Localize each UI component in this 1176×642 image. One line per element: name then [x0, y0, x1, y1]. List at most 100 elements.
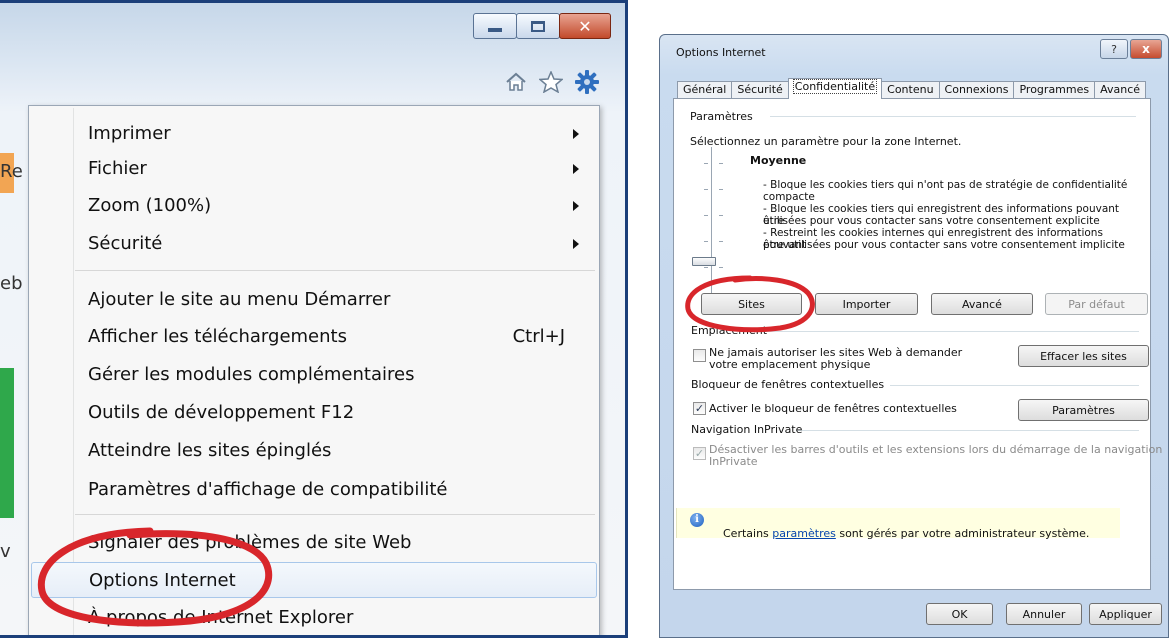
menu-item-print[interactable]: Imprimer — [31, 116, 597, 152]
tab-content[interactable]: Contenu — [881, 81, 940, 99]
menu-item-label: Signaler des problèmes de site Web — [88, 532, 412, 553]
slider-tick — [719, 215, 723, 216]
menu-item-internet-options[interactable]: Options Internet — [31, 562, 597, 598]
apply-button[interactable]: Appliquer — [1089, 603, 1162, 625]
page-fragment-v: v — [0, 541, 11, 562]
page-fragment-re: Re — [0, 153, 23, 193]
minimize-icon — [488, 28, 502, 32]
home-icon[interactable] — [505, 72, 527, 92]
default-button[interactable]: Par défaut — [1045, 293, 1148, 315]
slider-tick — [719, 267, 723, 268]
tools-gear-icon[interactable] — [575, 70, 599, 94]
tab-label: Programmes — [1019, 83, 1090, 96]
level-description-line: compacte — [763, 191, 815, 203]
slider-tick — [704, 163, 708, 164]
menu-item-manage-addons[interactable]: Gérer les modules complémentaires — [31, 357, 597, 393]
submenu-arrow-icon — [573, 164, 579, 174]
popup-blocker-label: Activer le bloqueur de fenêtres contextu… — [709, 402, 957, 415]
menu-item-compatibility[interactable]: Paramètres d'affichage de compatibilité — [31, 472, 597, 508]
cancel-button[interactable]: Annuler — [1006, 603, 1082, 625]
ok-button[interactable]: OK — [926, 603, 993, 625]
location-group-title: Emplacement — [691, 324, 768, 337]
internet-options-dialog: Options Internet ? x Général Sécurité Co… — [659, 34, 1169, 638]
group-divider — [890, 385, 1139, 386]
maximize-icon — [531, 20, 545, 32]
popup-group-title: Bloqueur de fenêtres contextuelles — [691, 378, 885, 391]
tab-label: Sécurité — [737, 83, 783, 96]
tab-programs[interactable]: Programmes — [1013, 81, 1096, 99]
help-button[interactable]: ? — [1100, 39, 1128, 59]
dialog-title: Options Internet — [676, 46, 766, 59]
tab-security[interactable]: Sécurité — [731, 81, 789, 99]
dialog-tabs: Général Sécurité Confidentialité Contenu… — [677, 78, 1147, 99]
dialog-title-buttons: ? x — [1098, 39, 1162, 59]
menu-item-add-to-start[interactable]: Ajouter le site au menu Démarrer — [31, 282, 597, 318]
tab-general[interactable]: Général — [677, 81, 733, 99]
menu-item-pinned-sites[interactable]: Atteindre les sites épinglés — [31, 433, 597, 469]
settings-group-title: Paramètres — [690, 110, 759, 123]
group-divider — [796, 430, 1139, 431]
ie-command-icons — [505, 70, 599, 94]
menu-item-label: Atteindre les sites épinglés — [88, 440, 332, 461]
menu-item-report-problems[interactable]: Signaler des problèmes de site Web — [31, 525, 597, 561]
submenu-arrow-icon — [573, 129, 579, 139]
maximize-button[interactable] — [516, 13, 560, 39]
clear-sites-button[interactable]: Effacer les sites — [1018, 345, 1149, 367]
menu-item-label: Imprimer — [88, 123, 171, 144]
group-divider — [764, 331, 1139, 332]
tab-label: Connexions — [944, 83, 1009, 96]
menu-item-f12-tools[interactable]: Outils de développement F12 — [31, 395, 597, 431]
privacy-level-slider-thumb[interactable] — [692, 257, 716, 266]
tools-menu: Imprimer Fichier Zoom (100%) Sécurité Aj… — [28, 105, 600, 635]
advanced-button[interactable]: Avancé — [931, 293, 1033, 315]
settings-link[interactable]: paramètres — [772, 527, 836, 540]
slider-tick — [704, 267, 708, 268]
minimize-button[interactable] — [473, 13, 517, 39]
menu-shortcut: Ctrl+J — [512, 326, 565, 347]
privacy-level-name: Moyenne — [750, 154, 807, 167]
menu-item-label: Fichier — [88, 158, 147, 179]
inprivate-group-title: Navigation InPrivate — [691, 423, 803, 436]
tab-advanced[interactable]: Avancé — [1094, 81, 1147, 99]
menu-item-zoom[interactable]: Zoom (100%) — [31, 188, 597, 224]
slider-tick — [719, 189, 723, 190]
close-icon: x — [1142, 42, 1150, 56]
submenu-arrow-icon — [573, 201, 579, 211]
tab-label: Général — [683, 83, 727, 96]
inprivate-checkbox[interactable]: ✓ — [693, 447, 706, 460]
dialog-close-button[interactable]: x — [1130, 39, 1162, 59]
menu-separator — [75, 270, 595, 271]
menu-item-security[interactable]: Sécurité — [31, 226, 597, 262]
submenu-arrow-icon — [573, 239, 579, 249]
menu-item-label: Outils de développement F12 — [88, 402, 355, 423]
close-window-button[interactable]: ✕ — [559, 13, 611, 39]
group-divider — [770, 116, 1136, 117]
menu-item-label: Afficher les téléchargements — [88, 326, 347, 347]
help-icon: ? — [1111, 42, 1117, 56]
import-button[interactable]: Importer — [815, 293, 918, 315]
slider-tick — [704, 241, 708, 242]
location-checkbox[interactable] — [693, 349, 706, 362]
privacy-level-slider-track[interactable] — [711, 147, 712, 307]
tab-connections[interactable]: Connexions — [938, 81, 1015, 99]
sites-button[interactable]: Sites — [701, 293, 802, 315]
tab-privacy[interactable]: Confidentialité — [787, 78, 883, 99]
info-text-before: Certains — [723, 527, 773, 540]
slider-tick — [719, 163, 723, 164]
popup-settings-button[interactable]: Paramètres — [1018, 399, 1149, 421]
popup-blocker-checkbox[interactable]: ✓ — [693, 402, 706, 415]
close-icon: ✕ — [578, 16, 592, 36]
tab-label: Avancé — [1100, 83, 1141, 96]
menu-item-label: À propos de Internet Explorer — [88, 607, 354, 628]
menu-item-about-ie[interactable]: À propos de Internet Explorer — [31, 600, 597, 635]
level-description-line: être utilisées pour vous contacter sans … — [763, 239, 1125, 251]
inprivate-checkbox-label-cont: InPrivate — [709, 455, 758, 468]
favorites-star-icon[interactable] — [539, 71, 563, 93]
page-fragment-eb: eb — [0, 273, 23, 294]
menu-separator — [75, 514, 595, 515]
menu-item-file[interactable]: Fichier — [31, 151, 597, 187]
tab-label: Confidentialité — [792, 79, 878, 94]
slider-tick — [719, 241, 723, 242]
menu-item-downloads[interactable]: Afficher les téléchargements Ctrl+J — [31, 319, 597, 355]
menu-item-label: Ajouter le site au menu Démarrer — [88, 289, 391, 310]
